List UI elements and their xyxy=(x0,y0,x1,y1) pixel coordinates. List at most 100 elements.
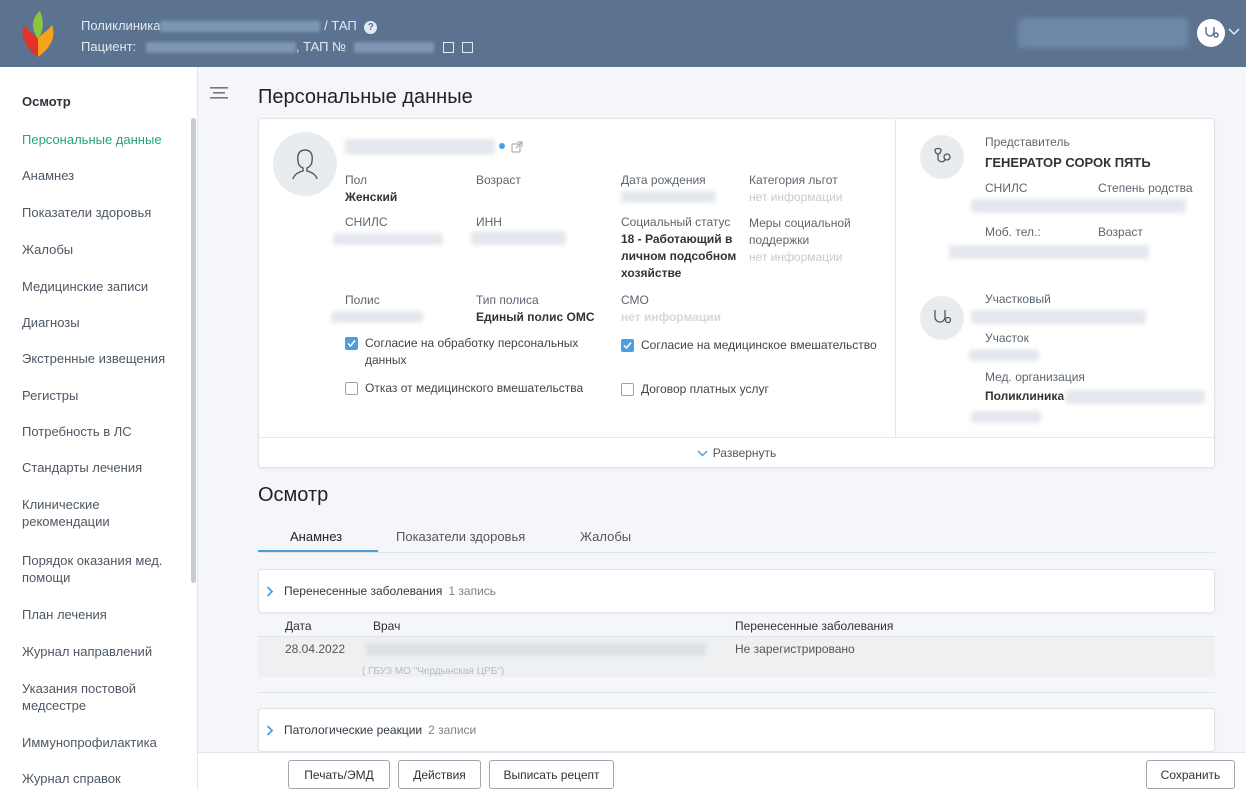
expand-button[interactable]: Развернуть xyxy=(259,438,1214,468)
sidebar-item-certificate-log[interactable]: Журнал справок xyxy=(22,770,182,787)
policy-type-label: Тип полиса xyxy=(476,293,539,307)
top-bar: Поликлиника / ТАП ? Пациент: , ТАП № xyxy=(0,0,1246,67)
rep-phone-redacted xyxy=(949,245,1149,259)
external-link-icon[interactable] xyxy=(511,141,523,153)
print-emd-button[interactable]: Печать/ЭМД xyxy=(288,760,390,789)
representative-name: ГЕНЕРАТОР СОРОК ПЯТЬ xyxy=(985,155,1151,170)
sidebar-item-exam[interactable]: Осмотр xyxy=(22,93,182,110)
column-doctor: Врач xyxy=(373,619,401,633)
social-status-value: 18 - Работающий в личном подсобном хозяй… xyxy=(621,232,737,280)
representative-icon-circle xyxy=(920,135,964,179)
active-tab-indicator xyxy=(258,550,378,552)
edit-icon[interactable] xyxy=(443,42,455,54)
stethoscope-icon xyxy=(934,310,952,324)
representative-label: Представитель xyxy=(985,135,1070,149)
row-doctor-tail: ( ГБУЗ МО "Чердынская ЦРБ") xyxy=(362,666,505,677)
save-button[interactable]: Сохранить xyxy=(1146,760,1235,789)
tab-complaints[interactable]: Жалобы xyxy=(580,529,631,544)
social-status-label: Социальный статус xyxy=(621,215,731,229)
reactions-accordion[interactable]: Патологические реакции 2 записи xyxy=(258,708,1215,752)
row-doctor-redacted xyxy=(366,643,706,656)
consent-medical-label: Согласие на медицинское вмешательство xyxy=(641,338,877,352)
diseases-accordion[interactable]: Перенесенные заболевания 1 запись xyxy=(258,569,1215,613)
patient-avatar xyxy=(273,132,337,196)
sidebar-item-drug-needs[interactable]: Потребность в ЛС xyxy=(22,423,182,440)
paid-contract-checkbox[interactable]: Договор платных услуг xyxy=(621,381,769,398)
policy-type-value: Единый полис ОМС xyxy=(476,310,595,324)
age-label: Возраст xyxy=(476,173,521,187)
benefit-label: Категория льгот xyxy=(749,173,838,187)
sidebar-item-medical-records[interactable]: Медицинские записи xyxy=(22,278,182,295)
sidebar-item-emergency-notices[interactable]: Экстренные извещения xyxy=(22,350,182,367)
card-icon[interactable] xyxy=(461,42,473,54)
stethoscope-icon xyxy=(1205,27,1219,38)
chevron-right-icon xyxy=(266,585,274,597)
paid-contract-label: Договор платных услуг xyxy=(641,382,769,396)
status-dot xyxy=(499,143,505,149)
page-title: Персональные данные xyxy=(258,86,473,108)
user-info-redacted xyxy=(1018,18,1188,48)
diseases-count: 1 запись xyxy=(448,584,497,598)
snils-label: СНИЛС xyxy=(345,215,388,229)
sidebar: Осмотр Персональные данные Анамнез Показ… xyxy=(0,67,198,790)
sidebar-item-diagnoses[interactable]: Диагнозы xyxy=(22,314,182,331)
clinic-line: Поликлиника / ТАП ? xyxy=(81,18,378,34)
district-area-label: Участок xyxy=(985,331,1029,345)
sidebar-item-health-indicators[interactable]: Показатели здоровья xyxy=(22,204,182,221)
smo-label: СМО xyxy=(621,293,649,307)
personal-data-card: Пол Женский Возраст Дата рождения Катего… xyxy=(258,118,1215,468)
sidebar-item-immunoprophylaxis[interactable]: Иммунопрофилактика xyxy=(22,734,182,751)
sidebar-item-personal-data[interactable]: Персональные данные xyxy=(22,131,182,148)
write-prescription-button[interactable]: Выписать рецепт xyxy=(489,760,614,789)
sidebar-item-complaints[interactable]: Жалобы xyxy=(22,241,182,258)
sidebar-item-referral-log[interactable]: Журнал направлений xyxy=(22,643,182,660)
sex-value: Женский xyxy=(345,190,398,204)
smo-value: нет информации xyxy=(621,310,721,324)
reactions-count: 2 записи xyxy=(428,723,477,737)
inn-redacted xyxy=(471,231,566,245)
representative-icon xyxy=(934,147,951,163)
sidebar-scrollbar[interactable] xyxy=(191,118,196,583)
patient-label: Пациент: xyxy=(81,39,137,54)
patient-line: Пациент: , ТАП № xyxy=(81,39,473,54)
med-org-redacted xyxy=(1065,390,1205,404)
row-diseases: Не зарегистрировано xyxy=(735,642,855,656)
rep-relation-label: Степень родства xyxy=(1098,181,1193,195)
diseases-title: Перенесенные заболевания xyxy=(284,584,443,598)
expand-label: Развернуть xyxy=(712,446,777,460)
tab-health-indicators[interactable]: Показатели здоровья xyxy=(396,529,525,544)
sidebar-item-care-procedure[interactable]: Порядок оказания мед. помощи xyxy=(22,552,182,586)
med-org-value: Поликлиника xyxy=(985,389,1065,403)
table-row[interactable]: 28.04.2022 ( ГБУЗ МО "Чердынская ЦРБ") Н… xyxy=(258,637,1215,677)
actions-button[interactable]: Действия xyxy=(398,760,481,789)
birth-date-redacted xyxy=(621,191,716,203)
checkbox-unchecked-icon xyxy=(621,383,634,396)
tap-label: / ТАП xyxy=(324,18,357,33)
sidebar-item-nurse-instructions[interactable]: Указания постовой медсестре xyxy=(22,680,182,714)
med-org-label: Мед. организация xyxy=(985,370,1085,384)
sidebar-item-treatment-plan[interactable]: План лечения xyxy=(22,606,182,623)
user-avatar[interactable] xyxy=(1197,19,1225,47)
refusal-checkbox[interactable]: Отказ от медицинского вмешательства xyxy=(345,380,583,397)
column-date: Дата xyxy=(285,619,312,633)
column-diseases: Перенесенные заболевания xyxy=(735,619,894,633)
policy-redacted xyxy=(331,311,423,323)
sidebar-item-anamnesis[interactable]: Анамнез xyxy=(22,167,182,184)
sidebar-item-treatment-standards[interactable]: Стандарты лечения xyxy=(22,459,182,476)
row-date: 28.04.2022 xyxy=(285,642,346,656)
chevron-down-icon[interactable] xyxy=(1228,28,1240,36)
district-doctor-label: Участковый xyxy=(985,292,1051,306)
rep-age-label: Возраст xyxy=(1098,225,1143,239)
sidebar-item-clinical-guidelines[interactable]: Клинические рекомендации xyxy=(22,496,182,530)
reactions-title: Патологические реакции xyxy=(284,723,423,737)
consent-medical-checkbox[interactable]: Согласие на медицинское вмешательство xyxy=(621,337,877,354)
district-icon-circle xyxy=(920,296,964,340)
tab-anamnesis[interactable]: Анамнез xyxy=(290,529,342,544)
help-icon[interactable]: ? xyxy=(364,21,378,34)
menu-toggle-icon[interactable] xyxy=(210,86,228,100)
clinic-label: Поликлиника xyxy=(81,18,161,33)
checkbox-unchecked-icon xyxy=(345,382,358,395)
tabs-divider xyxy=(258,552,1215,553)
sidebar-item-registers[interactable]: Регистры xyxy=(22,387,182,404)
consent-personal-checkbox[interactable]: Согласие на обработку персональных данны… xyxy=(345,335,595,369)
